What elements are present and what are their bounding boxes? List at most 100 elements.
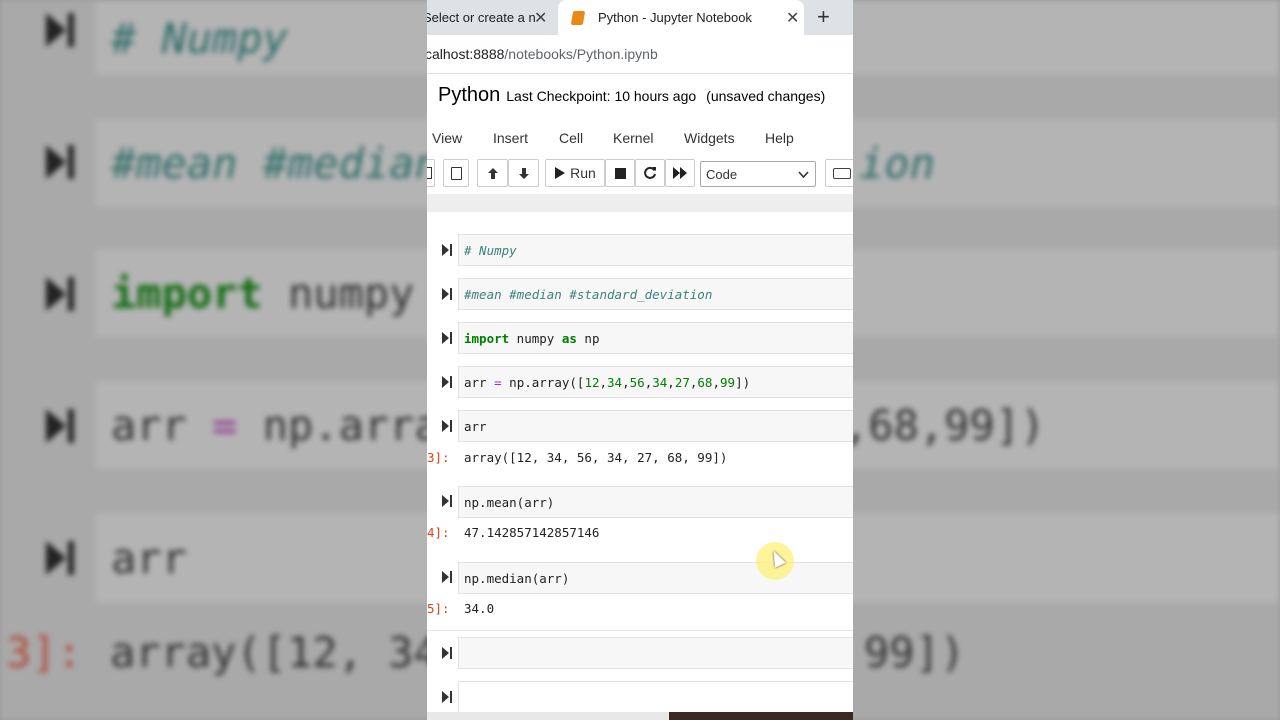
notebook-area: # Numpy #mean #median #standard_deviatio… <box>427 212 853 720</box>
menu-insert[interactable]: Insert <box>493 130 528 146</box>
paste-icon <box>450 166 462 180</box>
move-down-button[interactable] <box>508 159 539 187</box>
checkpoint-status: Last Checkpoint: 10 hours ago <box>506 88 697 104</box>
interrupt-button[interactable] <box>605 159 635 187</box>
address-bar[interactable]: calhost:8888/notebooks/Python.ipynb <box>427 35 853 74</box>
code-number: 27 <box>674 374 690 390</box>
cell-code: arr <box>464 418 487 434</box>
cell-code: # Numpy <box>464 242 517 258</box>
new-tab-icon[interactable]: + <box>817 4 830 30</box>
code-number: 34 <box>607 374 623 390</box>
bg-output-prompt: 3]: <box>6 628 82 677</box>
play-icon <box>555 167 566 179</box>
url-path: /notebooks/Python.ipynb <box>504 46 658 62</box>
close-icon[interactable]: ✕ <box>786 8 799 28</box>
run-cell-icon[interactable] <box>442 287 454 301</box>
code-text: np.array([ <box>501 374 585 390</box>
run-button[interactable]: Run <box>545 159 605 187</box>
unsaved-status: (unsaved changes) <box>706 88 826 104</box>
cell-code: np.median(arr) <box>464 570 570 586</box>
close-icon[interactable]: ✕ <box>534 8 547 28</box>
run-cell-icon[interactable] <box>442 690 454 704</box>
code-cell[interactable]: # Numpy <box>458 234 853 266</box>
code-comma: , <box>622 374 630 390</box>
code-cell[interactable]: arr <box>458 410 853 442</box>
code-cell[interactable]: np.mean(arr) <box>458 486 853 518</box>
toolbar-separator <box>427 194 853 212</box>
output-prompt: 5]: <box>427 601 450 616</box>
code-cell[interactable]: np.median(arr) <box>458 562 853 594</box>
chevron-down-icon <box>798 171 809 179</box>
bg-run-icon <box>46 142 80 182</box>
code-comma: , <box>712 374 720 390</box>
tab-label: Python - Jupyter Notebook <box>598 10 752 25</box>
code-cell[interactable]: #mean #median #standard_deviation <box>458 278 853 310</box>
run-cell-icon[interactable] <box>442 570 454 584</box>
bg-cell-5-text: arr <box>111 533 187 583</box>
code-text: numpy <box>509 330 562 346</box>
run-cell-icon[interactable] <box>442 419 454 433</box>
cell-type-select[interactable]: Code <box>700 161 816 187</box>
bg-cell-4-a: arr <box>111 400 213 450</box>
code-number: 68 <box>697 374 713 390</box>
divider <box>427 630 853 631</box>
refresh-icon <box>644 166 656 179</box>
bg-cell-4-tail: ,68,99]) <box>843 400 1046 450</box>
move-up-button[interactable] <box>477 159 508 187</box>
bg-output-tail: 99]) <box>864 628 966 677</box>
command-palette-button[interactable] <box>825 159 853 187</box>
menu-cell[interactable]: Cell <box>559 130 583 146</box>
copy-button[interactable] <box>427 159 435 187</box>
bg-cell-3-text: numpy <box>262 268 440 318</box>
menu-kernel[interactable]: Kernel <box>613 130 653 146</box>
bg-cell-4-op: = <box>212 400 238 450</box>
menu-help[interactable]: Help <box>765 130 794 146</box>
keyboard-icon <box>833 167 851 179</box>
bg-run-icon <box>46 406 80 446</box>
cell-code: np.mean(arr) <box>464 494 555 510</box>
run-cell-icon[interactable] <box>442 646 454 660</box>
output-prompt: 3]: <box>427 450 450 465</box>
run-cell-icon[interactable] <box>442 243 454 257</box>
menu-bar: View Insert Cell Kernel Widgets Help <box>427 118 853 156</box>
code-comma: , <box>599 374 608 390</box>
paste-button[interactable] <box>443 159 469 187</box>
menu-view[interactable]: View <box>432 130 462 146</box>
bg-cell-4-b: np.arra <box>237 400 440 450</box>
restart-button[interactable] <box>635 159 665 187</box>
cell-type-value: Code <box>706 166 738 182</box>
cell-code: #mean #median #standard_deviation <box>464 286 713 302</box>
bg-output-text: array([12, 34 <box>110 628 439 677</box>
code-text: arr <box>464 374 495 390</box>
code-keyword: import <box>464 330 510 346</box>
bg-run-icon <box>46 538 80 578</box>
notebook-name[interactable]: Python <box>438 84 500 107</box>
output-prompt: 4]: <box>427 525 450 540</box>
code-comma: , <box>667 374 675 390</box>
run-all-button[interactable] <box>665 159 695 187</box>
empty-code-cell[interactable] <box>458 681 853 713</box>
bg-run-icon <box>46 10 80 50</box>
tab-jupyter-notebook[interactable]: Python - Jupyter Notebook <box>558 0 804 35</box>
stop-icon <box>614 167 626 179</box>
bg-cell-2-tail: ion <box>859 138 935 188</box>
run-cell-icon[interactable] <box>442 375 454 389</box>
menu-widgets[interactable]: Widgets <box>684 130 735 146</box>
tab-bar: Select or create a n ✕ Python - Jupyter … <box>427 0 853 35</box>
code-comma: , <box>689 374 698 390</box>
code-comma: , <box>644 374 653 390</box>
toolbar: Run Code <box>427 157 853 191</box>
arrow-up-icon <box>487 167 498 179</box>
code-number: 99 <box>720 374 736 390</box>
empty-code-cell[interactable] <box>458 637 853 669</box>
run-cell-icon[interactable] <box>442 494 454 508</box>
code-cell[interactable]: import numpy as np <box>458 322 853 354</box>
cell-output: 34.0 <box>464 601 495 616</box>
code-operator: = <box>494 374 502 390</box>
code-keyword: as <box>561 330 577 346</box>
bg-run-icon <box>46 274 80 314</box>
code-cell[interactable]: arr = np.array([12, 34, 56, 34, 27, 68, 99]) <box>458 366 853 398</box>
browser-window: Select or create a n ✕ Python - Jupyter … <box>427 0 853 720</box>
run-cell-icon[interactable] <box>442 331 454 345</box>
cell-output: 47.142857142857146 <box>464 525 600 540</box>
